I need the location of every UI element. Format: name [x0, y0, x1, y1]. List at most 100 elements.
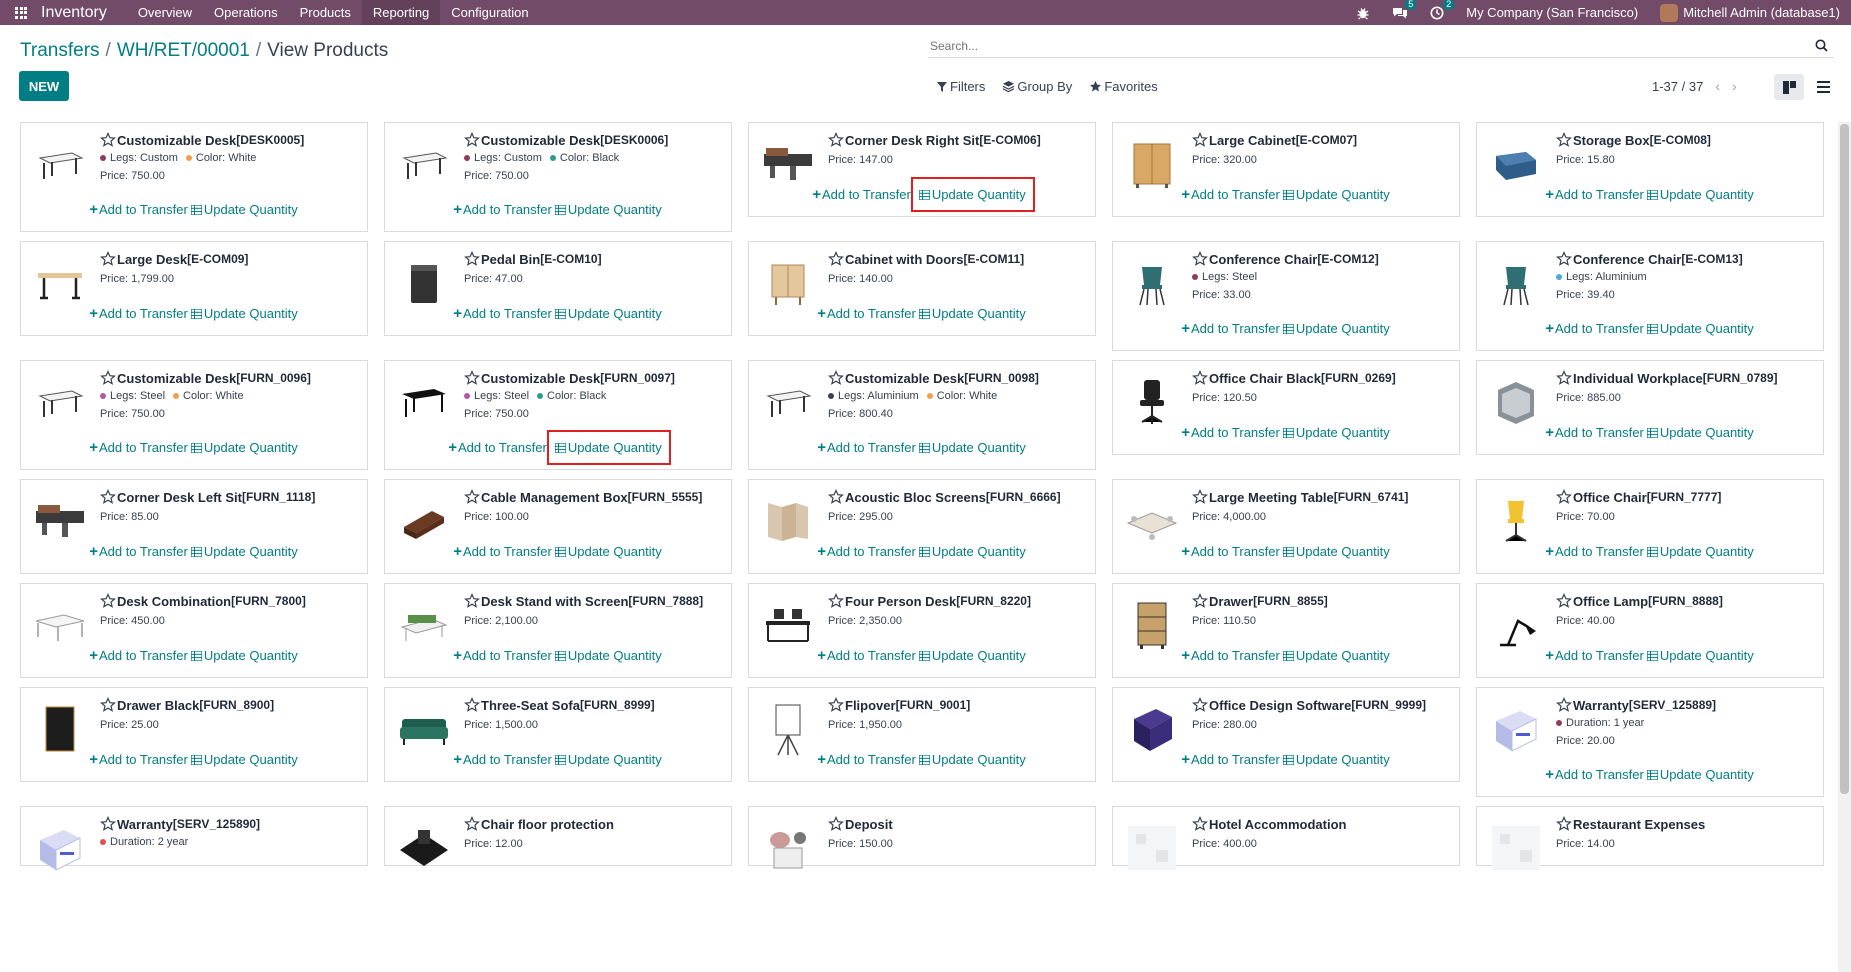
- add-to-transfer-button[interactable]: + Add to Transfer: [1544, 421, 1646, 444]
- favorite-star-icon[interactable]: [828, 593, 844, 609]
- group-by-button[interactable]: Group By: [1003, 79, 1072, 94]
- update-quantity-button[interactable]: Update Quantity: [1282, 540, 1392, 563]
- favorites-button[interactable]: Favorites: [1090, 79, 1158, 94]
- bug-icon[interactable]: [1356, 6, 1370, 20]
- add-to-transfer-button[interactable]: + Add to Transfer: [452, 302, 554, 325]
- product-name[interactable]: Hotel Accommodation: [1209, 817, 1346, 832]
- product-name[interactable]: Office Design Software: [1209, 698, 1351, 713]
- product-card[interactable]: Corner Desk Right Sit [E-COM06] Price: 147…: [748, 122, 1096, 217]
- update-quantity-button[interactable]: Update Quantity: [1282, 183, 1392, 206]
- activities-icon[interactable]: 2: [1430, 0, 1455, 20]
- update-quantity-button[interactable]: Update Quantity: [190, 198, 300, 221]
- add-to-transfer-button[interactable]: + Add to Transfer: [1544, 183, 1646, 206]
- favorite-star-icon[interactable]: [464, 593, 480, 609]
- app-name[interactable]: Inventory: [41, 4, 107, 22]
- product-name[interactable]: Customizable Desk: [481, 371, 600, 386]
- product-name[interactable]: Cabinet with Doors: [845, 252, 963, 267]
- favorite-star-icon[interactable]: [1192, 370, 1208, 386]
- add-to-transfer-button[interactable]: + Add to Transfer: [1544, 763, 1646, 786]
- add-to-transfer-button[interactable]: + Add to Transfer: [816, 644, 918, 667]
- favorite-star-icon[interactable]: [464, 251, 480, 267]
- favorite-star-icon[interactable]: [828, 816, 844, 832]
- update-quantity-button[interactable]: Update Quantity: [190, 302, 300, 325]
- product-name[interactable]: Four Person Desk: [845, 594, 956, 609]
- product-card[interactable]: Four Person Desk [FURN_8220] Price: 2,350.…: [748, 583, 1096, 678]
- product-card[interactable]: Individual Workplace [FURN_0789] Price: 88…: [1476, 360, 1824, 455]
- add-to-transfer-button[interactable]: + Add to Transfer: [88, 198, 190, 221]
- product-name[interactable]: Warranty: [1573, 698, 1629, 713]
- update-quantity-button[interactable]: Update Quantity: [1646, 421, 1756, 444]
- product-card[interactable]: Warranty [SERV_125889] Duration: 1 year Pri…: [1476, 687, 1824, 797]
- product-card[interactable]: Desk Combination [FURN_7800] Price: 450.00…: [20, 583, 368, 678]
- favorite-star-icon[interactable]: [1556, 489, 1572, 505]
- menu-item-operations[interactable]: Operations: [203, 0, 289, 25]
- add-to-transfer-button[interactable]: + Add to Transfer: [88, 644, 190, 667]
- menu-item-products[interactable]: Products: [289, 0, 362, 25]
- favorite-star-icon[interactable]: [100, 370, 116, 386]
- messages-icon[interactable]: 5: [1392, 0, 1417, 20]
- add-to-transfer-button[interactable]: + Add to Transfer: [452, 644, 554, 667]
- product-card[interactable]: Corner Desk Left Sit [FURN_1118] Price: 85…: [20, 479, 368, 574]
- add-to-transfer-button[interactable]: + Add to Transfer: [816, 436, 918, 459]
- add-to-transfer-button[interactable]: + Add to Transfer: [452, 198, 554, 221]
- product-name[interactable]: Office Chair Black: [1209, 371, 1321, 386]
- product-name[interactable]: Individual Workplace: [1573, 371, 1703, 386]
- add-to-transfer-button[interactable]: + Add to Transfer: [1180, 421, 1282, 444]
- update-quantity-button[interactable]: Update Quantity: [918, 540, 1028, 563]
- update-quantity-button[interactable]: Update Quantity: [190, 436, 300, 459]
- add-to-transfer-button[interactable]: + Add to Transfer: [88, 540, 190, 563]
- product-card[interactable]: Pedal Bin [E-COM10] Price: 47.00 + Add to Tr…: [384, 241, 732, 336]
- add-to-transfer-button[interactable]: + Add to Transfer: [1180, 317, 1282, 340]
- product-name[interactable]: Pedal Bin: [481, 252, 540, 267]
- product-card[interactable]: Drawer [FURN_8855] Price: 110.50 + Add to Tr…: [1112, 583, 1460, 678]
- product-card[interactable]: Desk Stand with Screen [FURN_7888] Price: …: [384, 583, 732, 678]
- product-card[interactable]: Restaurant Expenses Price: 14.00: [1476, 806, 1824, 870]
- product-card[interactable]: Three-Seat Sofa [FURN_8999] Price: 1,500.0…: [384, 687, 732, 782]
- product-card[interactable]: Storage Box [E-COM08] Price: 15.80 + Add to …: [1476, 122, 1824, 217]
- menu-item-configuration[interactable]: Configuration: [440, 0, 539, 25]
- update-quantity-button[interactable]: Update Quantity: [1646, 540, 1756, 563]
- favorite-star-icon[interactable]: [464, 816, 480, 832]
- product-name[interactable]: Chair floor protection: [481, 817, 614, 832]
- product-card[interactable]: Cabinet with Doors [E-COM11] Price: 140.00…: [748, 241, 1096, 336]
- update-quantity-button[interactable]: Update Quantity: [554, 302, 664, 325]
- product-name[interactable]: Customizable Desk: [117, 371, 236, 386]
- update-quantity-button[interactable]: Update Quantity: [1646, 644, 1756, 667]
- update-quantity-button[interactable]: Update Quantity: [554, 198, 664, 221]
- favorite-star-icon[interactable]: [828, 370, 844, 386]
- update-quantity-button[interactable]: Update Quantity: [546, 430, 671, 465]
- favorite-star-icon[interactable]: [828, 132, 844, 148]
- update-quantity-button[interactable]: Update Quantity: [918, 436, 1028, 459]
- product-name[interactable]: Desk Stand with Screen: [481, 594, 628, 609]
- search-input[interactable]: [928, 36, 1788, 56]
- add-to-transfer-button[interactable]: + Add to Transfer: [88, 436, 190, 459]
- add-to-transfer-button[interactable]: + Add to Transfer: [1180, 748, 1282, 771]
- update-quantity-button[interactable]: Update Quantity: [1282, 748, 1392, 771]
- filters-button[interactable]: Filters: [937, 79, 985, 94]
- update-quantity-button[interactable]: Update Quantity: [190, 540, 300, 563]
- favorite-star-icon[interactable]: [1556, 697, 1572, 713]
- new-button[interactable]: NEW: [19, 71, 69, 101]
- update-quantity-button[interactable]: Update Quantity: [1646, 317, 1756, 340]
- product-card[interactable]: Warranty [SERV_125890] Duration: 2 year: [20, 806, 368, 871]
- product-name[interactable]: Office Chair: [1573, 490, 1647, 505]
- product-card[interactable]: Deposit Price: 150.00: [748, 806, 1096, 869]
- scrollbar[interactable]: [1838, 122, 1851, 972]
- favorite-star-icon[interactable]: [100, 816, 116, 832]
- product-name[interactable]: Desk Combination: [117, 594, 231, 609]
- favorite-star-icon[interactable]: [100, 251, 116, 267]
- update-quantity-button[interactable]: Update Quantity: [1646, 763, 1756, 786]
- product-name[interactable]: Warranty: [117, 817, 173, 832]
- favorite-star-icon[interactable]: [100, 697, 116, 713]
- product-card[interactable]: Office Chair Black [FURN_0269] Price: 120.…: [1112, 360, 1460, 455]
- add-to-transfer-button[interactable]: + Add to Transfer: [1180, 644, 1282, 667]
- search-icon[interactable]: [1815, 39, 1828, 57]
- add-to-transfer-button[interactable]: + Add to Transfer: [1544, 644, 1646, 667]
- product-card[interactable]: Customizable Desk [FURN_0097] Legs: Steel C…: [384, 360, 732, 470]
- product-card[interactable]: Customizable Desk [FURN_0098] Legs: Alumin…: [748, 360, 1096, 470]
- update-quantity-button[interactable]: Update Quantity: [1282, 421, 1392, 444]
- menu-item-reporting[interactable]: Reporting: [361, 0, 441, 25]
- company-switcher[interactable]: My Company (San Francisco): [1466, 5, 1638, 20]
- add-to-transfer-button[interactable]: + Add to Transfer: [452, 540, 554, 563]
- product-name[interactable]: Large Cabinet: [1209, 133, 1296, 148]
